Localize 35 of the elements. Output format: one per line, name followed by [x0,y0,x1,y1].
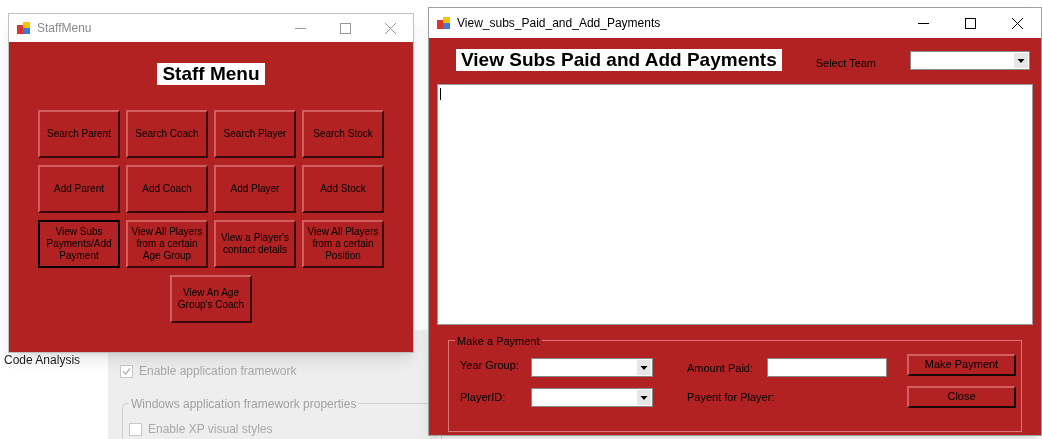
action-button[interactable]: Make Payment [907,353,1016,376]
menu-button[interactable]: Add Parent [38,165,120,213]
menu-button[interactable]: Search Coach [126,110,208,158]
app-icon [17,21,31,35]
checkbox-label: Enable application framework [139,363,297,380]
player-id-dropdown[interactable] [531,387,653,407]
menu-button[interactable]: Search Stock [302,110,384,158]
window-title: StaffMenu [37,20,92,37]
action-button[interactable]: Close [907,385,1016,408]
select-team-label: Select Team [815,56,877,71]
menu-button[interactable]: View Subs Payments/Add Payment [38,220,120,268]
amount-paid-field[interactable] [767,358,887,378]
menu-button[interactable]: Add Coach [126,165,208,213]
team-dropdown[interactable] [910,50,1031,70]
menu-button[interactable]: Add Stock [302,165,384,213]
sidebar-item[interactable]: Code Analysis [4,351,81,369]
menu-button[interactable]: Search Player [214,110,296,158]
close-icon[interactable] [1012,17,1023,29]
checkbox-label: Enable XP visual styles [148,421,273,438]
menu-button[interactable]: View All Players from a certain Position [302,220,384,268]
amount-paid-label: Amount Paid: [687,360,755,376]
menu-button[interactable]: View All Players from a certain Age Group [126,220,208,268]
player-id-label: PlayerID: [460,390,507,405]
heading: Staff Menu [157,63,265,85]
menu-button[interactable]: View a Player's contact details [214,220,296,268]
window-title: View_subs_Paid_and_Add_Payments [457,15,661,32]
heading: View Subs Paid and Add Payments [456,49,782,72]
app-icon [437,16,451,30]
menu-button[interactable]: View An Age Group's Coach [170,275,252,323]
maximize-icon[interactable] [965,17,976,29]
year-group-dropdown[interactable] [531,358,653,378]
payment-for-label: Payent for Player: [687,389,776,405]
menu-button[interactable]: Add Player [214,165,296,213]
year-group-label: Year Group: [460,357,520,373]
menu-button[interactable]: Search Parent [38,110,120,158]
